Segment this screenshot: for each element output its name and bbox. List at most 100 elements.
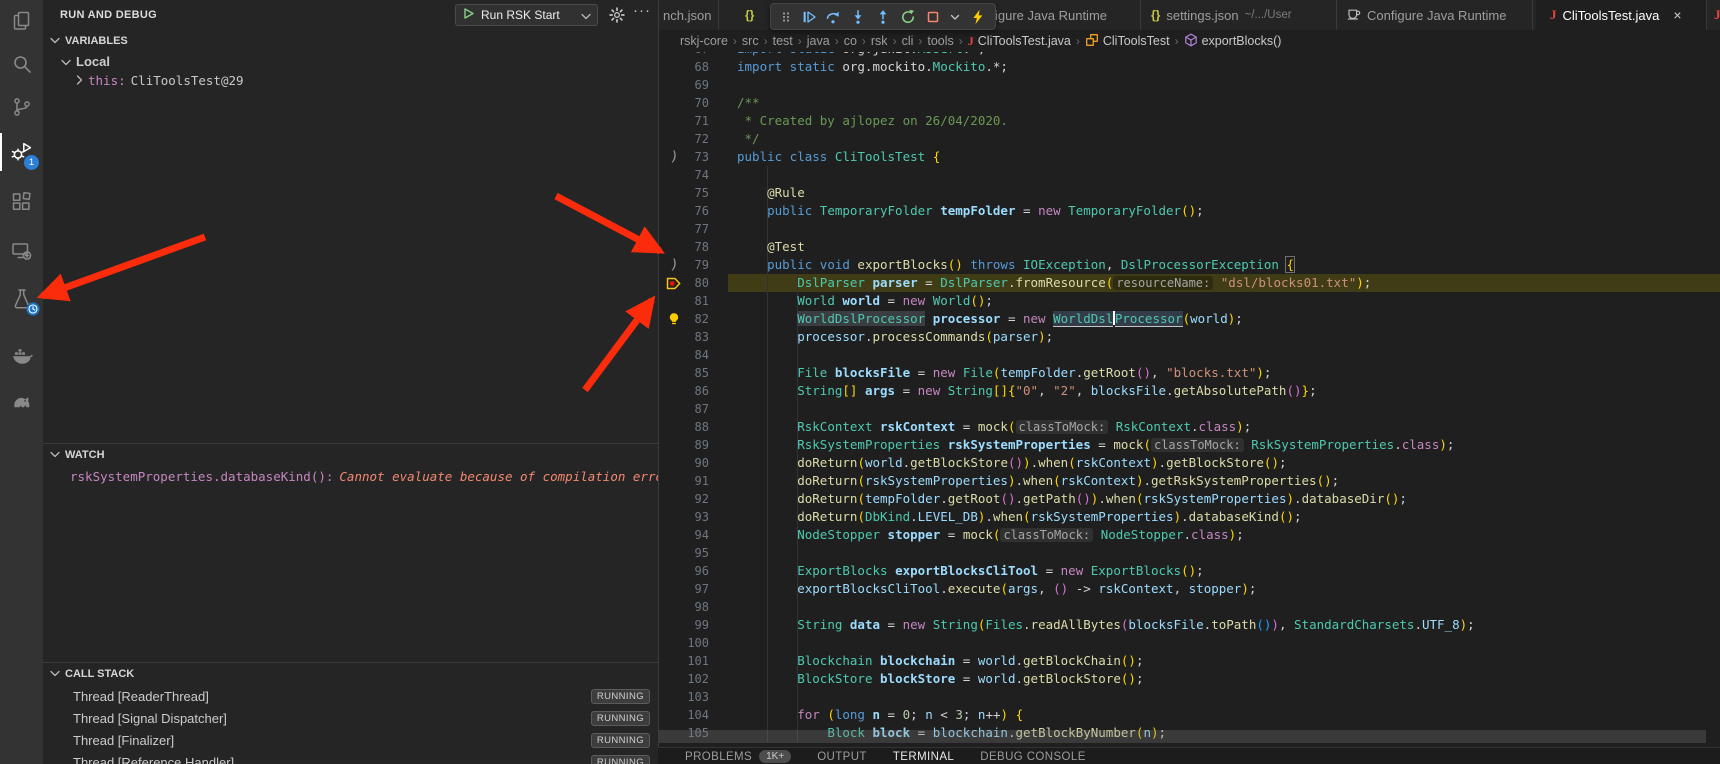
panel-tab-problems[interactable]: PROBLEMS1K+ — [685, 750, 791, 763]
line-number[interactable]: 84 — [685, 346, 709, 364]
breadcrumb-item[interactable]: tools — [927, 34, 953, 48]
code-line-98[interactable]: 98 — [658, 598, 1720, 616]
gutter[interactable] — [664, 130, 684, 148]
activity-item-test-explorer[interactable] — [0, 278, 43, 322]
gutter[interactable] — [664, 202, 684, 220]
restart-icon[interactable] — [900, 9, 916, 25]
gutter[interactable] — [664, 544, 684, 562]
line-number[interactable]: 74 — [685, 166, 709, 184]
breadcrumb-item[interactable]: JCliToolsTest.java — [968, 34, 1071, 49]
code-line-81[interactable]: 81 World world = new World(); — [658, 292, 1720, 310]
activity-item-search[interactable] — [0, 43, 43, 87]
line-number[interactable]: 99 — [685, 616, 709, 634]
code-line-71[interactable]: 71 * Created by ajlopez on 26/04/2020. — [658, 112, 1720, 130]
line-number[interactable]: 93 — [685, 508, 709, 526]
gutter[interactable] — [664, 76, 684, 94]
line-number[interactable]: 102 — [685, 670, 709, 688]
line-number[interactable]: 70 — [685, 94, 709, 112]
panel-tab-terminal[interactable]: TERMINAL — [893, 751, 954, 763]
close-icon[interactable]: × — [1673, 7, 1681, 23]
gutter[interactable] — [664, 238, 684, 256]
code-line-77[interactable]: 77 — [658, 220, 1720, 238]
line-number[interactable]: 83 — [685, 328, 709, 346]
line-number[interactable]: 77 — [685, 220, 709, 238]
code-line-88[interactable]: 88 RskContext rskContext = mock(classToM… — [658, 418, 1720, 436]
code-line-82[interactable]: 82 WorldDslProcessor processor = new Wor… — [658, 310, 1720, 328]
line-number[interactable]: 69 — [685, 76, 709, 94]
gutter[interactable] — [664, 670, 684, 688]
breadcrumb-item[interactable]: CliToolsTest — [1085, 33, 1170, 50]
continue-icon[interactable] — [801, 9, 817, 25]
code-line-86[interactable]: 86 String[] args = new String[]{"0", "2"… — [658, 382, 1720, 400]
breakpoint-current-frame-icon[interactable] — [664, 274, 684, 292]
line-number[interactable]: 96 — [685, 562, 709, 580]
activity-item-gradle[interactable] — [0, 381, 43, 425]
step-over-icon[interactable] — [825, 9, 841, 25]
gutter[interactable] — [664, 364, 684, 382]
line-number[interactable]: 87 — [685, 400, 709, 418]
gutter[interactable] — [664, 688, 684, 706]
gutter[interactable] — [664, 616, 684, 634]
line-number[interactable]: 72 — [685, 130, 709, 148]
breadcrumb-item[interactable]: exportBlocks() — [1184, 33, 1282, 50]
line-number[interactable]: 100 — [685, 634, 709, 652]
line-number[interactable]: 73 — [685, 148, 709, 166]
code-line-99[interactable]: 99 String data = new String(Files.readAl… — [658, 616, 1720, 634]
line-number[interactable]: 89 — [685, 436, 709, 454]
gutter[interactable] — [664, 94, 684, 112]
code-line-103[interactable]: 103 — [658, 688, 1720, 706]
code-line-97[interactable]: 97 exportBlocksCliTool.execute(args, () … — [658, 580, 1720, 598]
code-line-76[interactable]: 76 public TemporaryFolder tempFolder = n… — [658, 202, 1720, 220]
watch-expression[interactable]: rskSystemProperties.databaseKind(): Cann… — [43, 466, 658, 486]
gutter[interactable] — [664, 472, 684, 490]
activity-item-extensions[interactable] — [0, 181, 43, 225]
hot-swap-icon[interactable] — [970, 9, 986, 25]
chevron-down-icon[interactable] — [949, 11, 961, 23]
variable-this[interactable]: this: CliToolsTest@29 — [43, 71, 658, 90]
watch-header[interactable]: WATCH — [43, 444, 658, 466]
call-stack-thread[interactable]: Thread [Reference Handler]RUNNING — [43, 751, 658, 764]
variables-header[interactable]: VARIABLES — [43, 30, 658, 52]
code-line-104[interactable]: 104 for (long n = 0; n < 3; n++) { — [658, 706, 1720, 724]
breadcrumb-item[interactable]: java — [807, 34, 830, 48]
breadcrumb-item[interactable]: src — [742, 34, 759, 48]
gutter[interactable] — [664, 382, 684, 400]
code-line-70[interactable]: 70/** — [658, 94, 1720, 112]
line-number[interactable]: 95 — [685, 544, 709, 562]
gutter[interactable] — [664, 436, 684, 454]
call-stack-thread[interactable]: Thread [Signal Dispatcher]RUNNING — [43, 707, 658, 729]
code-line-78[interactable]: 78 @Test — [658, 238, 1720, 256]
code-line-72[interactable]: 72 */ — [658, 130, 1720, 148]
code-line-73[interactable]: )73public class CliToolsTest { — [658, 148, 1720, 166]
breadcrumb-item[interactable]: rsk — [871, 34, 888, 48]
line-number[interactable]: 75 — [685, 184, 709, 202]
line-number[interactable]: 79 — [685, 256, 709, 274]
grip-icon[interactable] — [780, 9, 792, 25]
gutter[interactable] — [664, 454, 684, 472]
step-out-icon[interactable] — [875, 9, 891, 25]
step-into-icon[interactable] — [850, 9, 866, 25]
gutter[interactable] — [664, 598, 684, 616]
lightbulb-icon[interactable] — [664, 310, 684, 328]
gutter[interactable] — [664, 580, 684, 598]
line-number[interactable]: 85 — [685, 364, 709, 382]
tab-launch-json[interactable]: nch.json — [663, 0, 711, 30]
gutter[interactable] — [664, 706, 684, 724]
code-line-95[interactable]: 95 — [658, 544, 1720, 562]
line-number[interactable]: 86 — [685, 382, 709, 400]
line-number[interactable]: 78 — [685, 238, 709, 256]
more-actions-icon[interactable]: ··· — [633, 2, 651, 19]
code-line-92[interactable]: 92 doReturn(tempFolder.getRoot().getPath… — [658, 490, 1720, 508]
activity-item-remote-explorer[interactable] — [0, 230, 43, 274]
code-line-89[interactable]: 89 RskSystemProperties rskSystemProperti… — [658, 436, 1720, 454]
activity-item-run-and-debug[interactable]: 1 — [0, 130, 43, 174]
line-number[interactable]: 80 — [685, 274, 709, 292]
code-line-79[interactable]: )79 public void exportBlocks() throws IO… — [658, 256, 1720, 274]
run-config-dropdown[interactable]: Run RSK Start — [455, 4, 598, 26]
line-number[interactable]: 94 — [685, 526, 709, 544]
line-number[interactable]: 104 — [685, 706, 709, 724]
gutter[interactable] — [664, 490, 684, 508]
call-stack-header[interactable]: CALL STACK — [43, 663, 658, 685]
line-number[interactable]: 68 — [685, 58, 709, 76]
tab-clitoolstest-java[interactable]: JCliToolsTest.java× — [1550, 0, 1682, 30]
